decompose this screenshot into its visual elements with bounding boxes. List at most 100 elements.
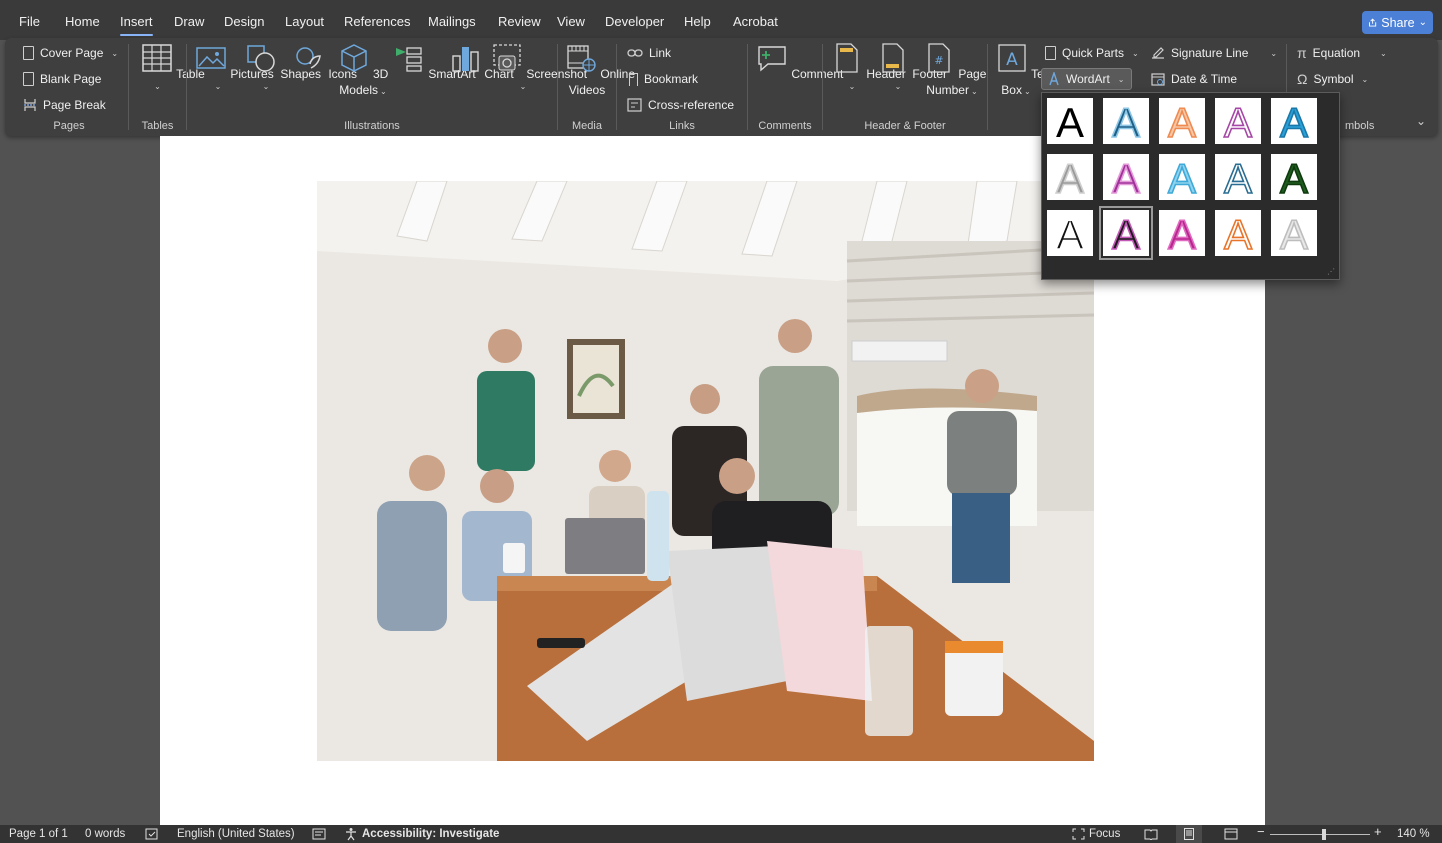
- web-layout-icon[interactable]: [1224, 828, 1238, 840]
- chart-button[interactable]: Chart: [449, 42, 514, 82]
- wordart-style-6[interactable]: A: [1046, 153, 1094, 201]
- pictures-button[interactable]: Pictures ⌄: [195, 42, 274, 92]
- wordart-style-14[interactable]: A: [1214, 209, 1262, 257]
- zoom-slider-thumb[interactable]: [1322, 829, 1326, 840]
- svg-text:#: #: [934, 54, 943, 67]
- tab-home[interactable]: Home: [65, 13, 100, 31]
- quick-parts-label: Quick Parts: [1062, 46, 1125, 60]
- read-mode-icon[interactable]: [1144, 828, 1158, 840]
- svg-text:A: A: [1280, 100, 1308, 142]
- wordart-style-7[interactable]: A: [1102, 153, 1150, 201]
- equation-button[interactable]: π Equation ⌄: [1297, 42, 1387, 64]
- comment-button[interactable]: Comment: [756, 42, 843, 82]
- accessibility-icon[interactable]: [344, 827, 358, 841]
- tab-review[interactable]: Review: [498, 13, 541, 31]
- blank-page-icon: [23, 72, 34, 86]
- tab-draw[interactable]: Draw: [174, 13, 204, 31]
- page-number-button[interactable]: # Page Number ⌄: [923, 42, 986, 100]
- wordart-button[interactable]: WordArt ⌄: [1041, 68, 1132, 90]
- chevron-down-icon: ⌄: [214, 82, 222, 91]
- cross-reference-button[interactable]: Cross-reference: [627, 94, 734, 116]
- symbol-label: Symbol: [1313, 72, 1354, 86]
- zoom-in-icon[interactable]: +: [1374, 825, 1382, 839]
- tab-references[interactable]: References: [344, 13, 410, 31]
- page-number-icon: #: [928, 43, 950, 73]
- resize-grip-icon[interactable]: ⋰: [1327, 267, 1335, 276]
- wordart-sample-icon: A: [1223, 100, 1253, 142]
- 3d-models-label-2: Models: [339, 83, 378, 97]
- screenshot-button[interactable]: Screenshot ⌄: [491, 42, 587, 92]
- wordart-style-13[interactable]: A: [1158, 209, 1206, 257]
- wordart-style-12[interactable]: A: [1099, 206, 1153, 260]
- page-count[interactable]: Page 1 of 1: [9, 827, 68, 841]
- wordart-style-2[interactable]: A: [1102, 97, 1150, 145]
- zoom-slider-track[interactable]: [1270, 834, 1370, 835]
- word-count[interactable]: 0 words: [85, 827, 125, 841]
- online-videos-button[interactable]: Online Videos: [565, 42, 635, 98]
- wordart-style-4[interactable]: A: [1214, 97, 1262, 145]
- wordart-style-15[interactable]: A: [1270, 209, 1318, 257]
- wordart-style-9[interactable]: A: [1214, 153, 1262, 201]
- shapes-button[interactable]: Shapes ⌄: [245, 42, 321, 92]
- wordart-style-1[interactable]: A: [1046, 97, 1094, 145]
- tab-developer[interactable]: Developer: [605, 13, 664, 31]
- svg-text:A: A: [1056, 100, 1084, 142]
- chevron-down-icon: ⌄: [1418, 17, 1427, 28]
- date-time-button[interactable]: Date & Time: [1151, 68, 1237, 90]
- zoom-out-icon[interactable]: −: [1257, 825, 1265, 839]
- icons-button[interactable]: Icons: [293, 42, 357, 82]
- focus-icon[interactable]: [1072, 828, 1085, 840]
- text-box-button[interactable]: A Text Box⌄: [996, 42, 1053, 100]
- cover-page-icon: [23, 46, 34, 60]
- group-label-links: Links: [669, 120, 695, 132]
- smartart-button[interactable]: SmartArt: [393, 42, 476, 82]
- inserted-photo[interactable]: [317, 181, 1094, 761]
- tab-mailings[interactable]: Mailings: [428, 13, 476, 31]
- wordart-sample-icon: A: [1111, 212, 1141, 254]
- tab-acrobat[interactable]: Acrobat: [733, 13, 778, 31]
- wordart-label: WordArt: [1066, 72, 1110, 86]
- omega-icon: Ω: [1297, 71, 1308, 87]
- wordart-sample-icon: A: [1279, 156, 1309, 198]
- svg-text:A: A: [1006, 50, 1018, 70]
- signature-line-button[interactable]: Signature Line ⌄: [1151, 42, 1277, 64]
- footer-button[interactable]: Footer ⌄: [877, 42, 947, 92]
- text-predictions-icon[interactable]: [312, 828, 326, 840]
- smartart-icon: [396, 47, 422, 72]
- cover-page-button[interactable]: Cover Page ⌄: [23, 42, 118, 64]
- svg-text:A: A: [1168, 156, 1196, 198]
- tab-layout[interactable]: Layout: [285, 13, 324, 31]
- group-tables: Table ⌄ Tables: [129, 38, 205, 136]
- wordart-style-3[interactable]: A: [1158, 97, 1206, 145]
- wordart-style-5[interactable]: A: [1270, 97, 1318, 145]
- tab-view[interactable]: View: [557, 13, 585, 31]
- zoom-level[interactable]: 140 %: [1397, 827, 1430, 841]
- 3d-models-button[interactable]: 3D Models ⌄: [337, 42, 389, 100]
- link-button[interactable]: Link: [627, 42, 671, 64]
- focus-button[interactable]: Focus: [1089, 827, 1120, 841]
- proofing-icon[interactable]: [145, 828, 158, 840]
- ribbon-collapse-icon[interactable]: ⌄: [1416, 114, 1426, 128]
- accessibility-status[interactable]: Accessibility: Investigate: [362, 827, 499, 841]
- tab-design[interactable]: Design: [224, 13, 264, 31]
- chevron-down-icon: ⌄: [519, 82, 527, 91]
- svg-text:A: A: [1112, 100, 1140, 142]
- tab-file[interactable]: File: [19, 13, 40, 31]
- tab-help[interactable]: Help: [684, 13, 711, 31]
- symbol-button[interactable]: Ω Symbol ⌄: [1297, 68, 1368, 90]
- quick-parts-button[interactable]: Quick Parts ⌄: [1045, 42, 1139, 64]
- wordart-sample-icon: A: [1111, 156, 1141, 198]
- print-layout-icon[interactable]: [1183, 828, 1195, 840]
- wordart-style-11[interactable]: A: [1046, 209, 1094, 257]
- language[interactable]: English (United States): [177, 827, 295, 841]
- page-break-button[interactable]: Page Break: [23, 94, 106, 116]
- group-pages: Cover Page ⌄ Blank Page Page Break Pages: [10, 38, 128, 136]
- wordart-style-8[interactable]: A: [1158, 153, 1206, 201]
- blank-page-button[interactable]: Blank Page: [23, 68, 101, 90]
- table-button[interactable]: Table ⌄: [141, 42, 205, 92]
- bookmark-button[interactable]: Bookmark: [629, 68, 698, 90]
- share-button[interactable]: Share ⌄: [1362, 11, 1433, 34]
- header-button[interactable]: Header ⌄: [831, 42, 906, 92]
- tab-insert[interactable]: Insert: [120, 13, 153, 36]
- wordart-style-10[interactable]: A: [1270, 153, 1318, 201]
